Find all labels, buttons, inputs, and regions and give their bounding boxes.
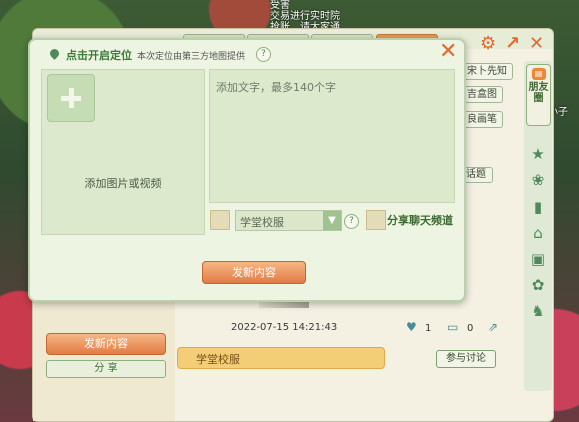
join-discussion-button[interactable]: 参与讨论 [436,350,496,368]
topic-checkbox[interactable] [210,210,230,230]
post-tag-label: 学堂校服 [196,353,240,366]
like-count: 1 [425,323,432,334]
paw-icon[interactable]: ❀ [524,171,552,189]
home-icon[interactable]: ⌂ [524,224,552,242]
post-tag-bar[interactable]: 学堂校服 [177,347,385,369]
post-text-input[interactable]: 添加文字，最多140个字 [209,69,455,203]
side-item[interactable]: 宋卜先知 [461,63,513,80]
close-icon[interactable]: ✕ [439,41,457,63]
topic-select-value: 学堂校服 [240,216,284,229]
plus-icon [69,88,74,108]
location-pin-icon[interactable] [48,47,61,60]
share-channel-checkbox[interactable] [366,210,386,230]
box-icon[interactable]: ▣ [524,250,552,268]
tab-friends-circle-label: 朋友圈 [528,82,549,104]
help-icon[interactable]: ? [344,214,359,229]
bar-chart-icon[interactable]: ▮ [524,198,552,216]
topic-select[interactable]: 学堂校服 ▼ [235,210,342,231]
comment-icon[interactable]: ▭ [447,320,458,334]
chat-bubble-icon: ▤ [531,68,546,80]
share-button[interactable]: 分 享 [46,360,166,378]
gear-icon[interactable]: ⚙ [480,33,496,54]
heart-icon[interactable]: ♥ [406,320,417,334]
star-icon[interactable]: ★ [524,145,552,163]
add-media-button[interactable] [47,74,95,122]
shirt-icon[interactable]: ♞ [524,302,552,320]
overlay-line: 交易进行实时院 [270,11,340,22]
side-item[interactable]: 吉盒图 [461,86,503,103]
comment-count: 0 [467,323,474,334]
post-date: 2022-07-15 14:21:43 [231,322,338,333]
help-icon[interactable]: ? [256,47,271,62]
add-media-area[interactable]: 添加图片或视频 [41,69,205,235]
close-icon[interactable]: ✕ [529,33,544,54]
share-channel-label: 分享聊天频道 [387,214,453,227]
tab-friends-circle[interactable]: ▤ 朋友圈 [526,64,551,126]
publish-button[interactable]: 发新内容 [202,261,306,284]
location-note: 本次定位由第三方地图提供 [137,52,246,62]
enable-location-link[interactable]: 点击开启定位 [66,47,132,63]
post-text-placeholder: 添加文字，最多140个字 [216,81,336,94]
publish-new-content-button[interactable]: 发新内容 [46,333,166,355]
new-post-dialog: 点击开启定位 本次定位由第三方地图提供 ? ✕ 添加图片或视频 添加文字，最多1… [28,38,466,302]
share-icon[interactable]: ⇗ [488,320,498,334]
add-media-label: 添加图片或视频 [84,177,162,190]
overlay-line: 受害 [270,0,290,11]
chevron-down-icon[interactable]: ▼ [323,211,341,230]
palette-icon[interactable]: ✿ [524,276,552,294]
side-item[interactable]: 良画笔 [461,111,503,128]
expand-arrow-icon[interactable]: ↗ [505,33,520,54]
right-sidebar: ▤ 朋友圈 ★ ❀ ▮ ⌂ ▣ ✿ ♞ [524,61,552,391]
